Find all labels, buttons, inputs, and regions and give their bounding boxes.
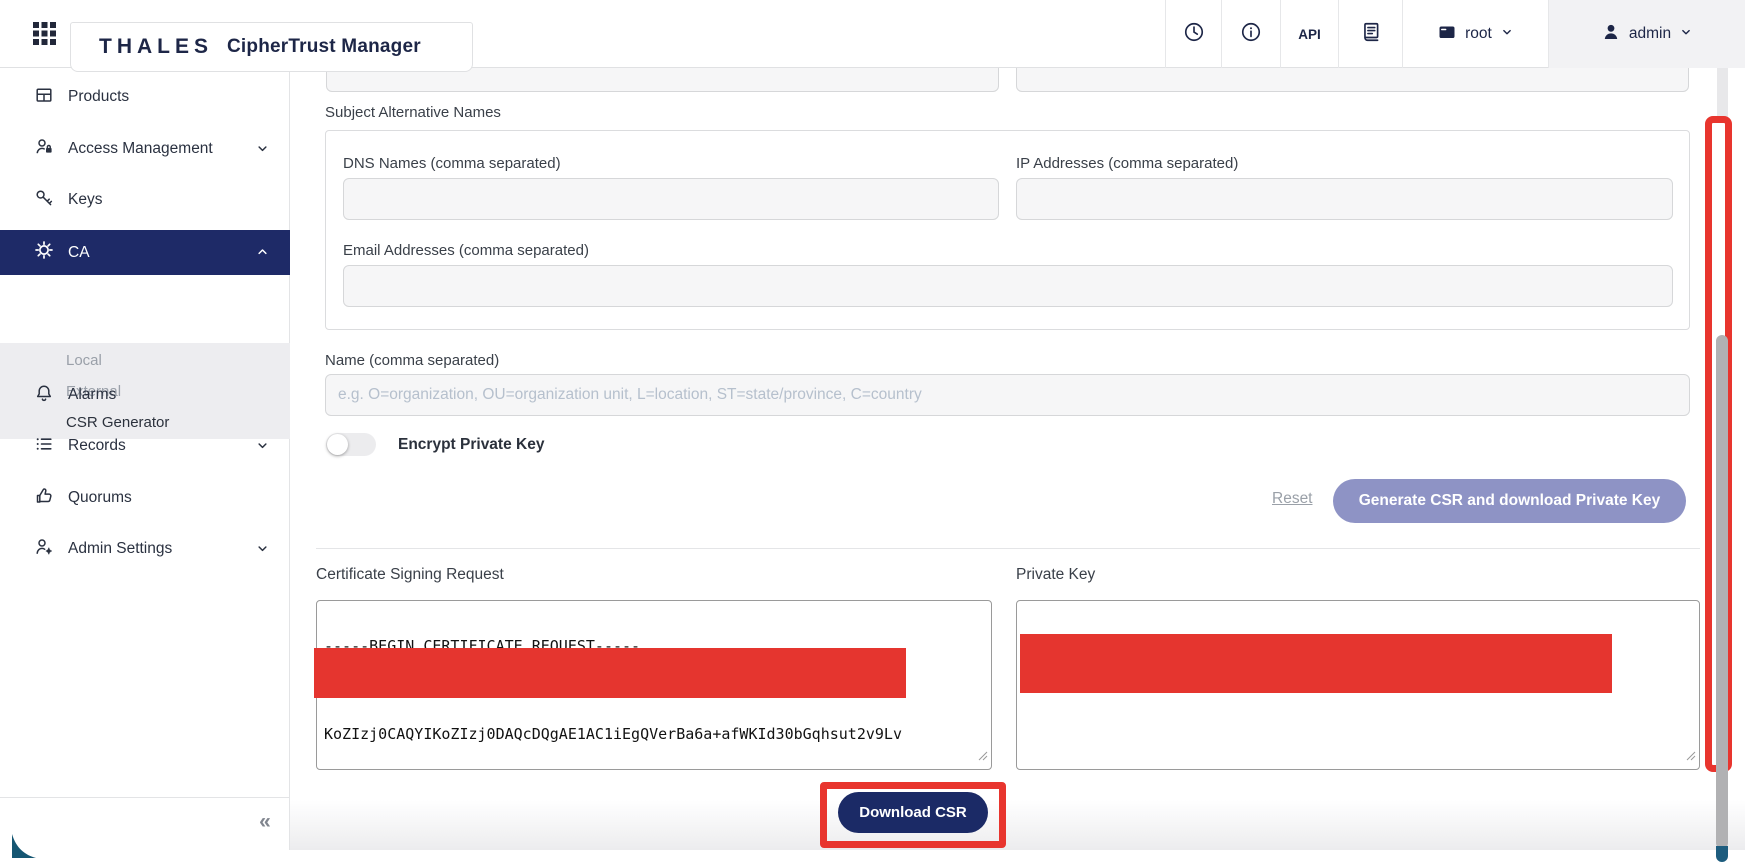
name-placeholder: e.g. O=organization, OU=organization uni… xyxy=(338,386,922,404)
sidebar-item-label: Quorums xyxy=(68,489,132,507)
sidebar-nav: Products Access Management xyxy=(0,68,290,850)
api-label: API xyxy=(1298,27,1321,42)
email-addresses-input[interactable] xyxy=(343,265,1673,307)
chevron-down-icon xyxy=(1679,25,1693,44)
brand-logo: THALES CipherTrust Manager xyxy=(70,22,473,72)
sidebar-item-ca[interactable]: CA xyxy=(0,230,290,275)
user-gear-icon xyxy=(34,537,54,562)
private-key-line-redacted xyxy=(1024,727,1692,742)
sidebar-item-label: Alarms xyxy=(68,386,116,404)
user-label: admin xyxy=(1629,25,1671,43)
product-name: CipherTrust Manager xyxy=(227,36,421,58)
chevron-down-icon xyxy=(1500,25,1514,44)
csr-line: KoZIzj0CAQYIKoZIzj0DAQcDQgAE1AC1iEgQVerB… xyxy=(324,727,984,742)
thales-logo-text: THALES xyxy=(99,35,213,59)
scrollbar-track[interactable] xyxy=(1717,68,1728,117)
sidebar-item-label: Keys xyxy=(68,191,102,209)
info-button[interactable] xyxy=(1221,0,1280,68)
clock-icon xyxy=(1183,21,1205,48)
sidebar-item-label: Access Management xyxy=(68,140,213,158)
email-addresses-label: Email Addresses (comma separated) xyxy=(343,242,589,259)
san-section-title: Subject Alternative Names xyxy=(325,104,501,121)
generate-csr-button[interactable]: Generate CSR and download Private Key xyxy=(1333,479,1686,523)
sidebar-subitem-local[interactable]: Local xyxy=(0,345,290,376)
api-button[interactable]: API xyxy=(1280,0,1338,68)
bell-icon xyxy=(34,383,54,408)
user-icon xyxy=(1601,22,1621,47)
ip-addresses-input[interactable] xyxy=(1016,178,1673,220)
resize-handle-icon[interactable] xyxy=(978,748,988,766)
name-input[interactable]: e.g. O=organization, OU=organization uni… xyxy=(325,374,1690,416)
csr-redaction-box xyxy=(314,648,906,698)
page-base xyxy=(0,850,1745,868)
section-divider xyxy=(316,548,1700,549)
domain-window-icon xyxy=(1437,22,1457,47)
sidebar-collapse-button[interactable]: « xyxy=(244,806,286,838)
name-label: Name (comma separated) xyxy=(325,352,499,369)
sidebar-item-keys[interactable]: Keys xyxy=(0,178,290,222)
history-button[interactable] xyxy=(1165,0,1221,68)
dns-names-label: DNS Names (comma separated) xyxy=(343,155,561,172)
download-csr-highlight-annotation xyxy=(820,782,1006,848)
apps-grid-button[interactable] xyxy=(22,16,66,54)
thumbs-up-icon xyxy=(34,486,54,511)
sidebar-item-label: Products xyxy=(68,88,129,106)
info-icon xyxy=(1240,21,1262,48)
sidebar-item-access-management[interactable]: Access Management xyxy=(0,127,290,171)
chevron-up-icon xyxy=(255,244,270,264)
ip-addresses-label: IP Addresses (comma separated) xyxy=(1016,155,1238,172)
encrypt-private-key-toggle[interactable] xyxy=(326,433,376,456)
sidebar-item-alarms[interactable]: Alarms xyxy=(0,373,290,417)
resize-handle-icon[interactable] xyxy=(1686,748,1696,766)
sidebar-item-label: CA xyxy=(68,244,90,262)
subitem-label: Local xyxy=(66,352,102,369)
encrypt-private-key-label: Encrypt Private Key xyxy=(398,436,544,454)
reset-link[interactable]: Reset xyxy=(1272,490,1313,508)
products-grid-icon xyxy=(34,85,54,110)
private-key-section-title: Private Key xyxy=(1016,566,1095,584)
sidebar-item-label: Records xyxy=(68,437,126,455)
sidebar-footer-divider xyxy=(0,797,290,798)
chevron-down-icon xyxy=(255,141,270,161)
sidebar-item-records[interactable]: Records xyxy=(0,424,290,468)
private-key-redaction-box xyxy=(1020,634,1612,693)
sidebar-item-label: Admin Settings xyxy=(68,540,172,558)
corner-decoration xyxy=(12,834,36,863)
chevron-down-icon xyxy=(255,541,270,561)
domain-menu[interactable]: root xyxy=(1402,0,1548,68)
ciphertrust-manager-app: API root xyxy=(0,0,1745,868)
csr-section-title: Certificate Signing Request xyxy=(316,566,504,584)
sidebar-item-admin-settings[interactable]: Admin Settings xyxy=(0,527,290,571)
gear-icon xyxy=(34,240,54,265)
book-icon xyxy=(1360,21,1382,48)
dns-names-input[interactable] xyxy=(343,178,999,220)
toggle-knob xyxy=(327,434,348,455)
sidebar-item-products[interactable]: Products xyxy=(0,75,290,119)
apps-grid-icon xyxy=(32,21,57,49)
domain-label: root xyxy=(1465,25,1492,43)
sidebar-item-quorums[interactable]: Quorums xyxy=(0,476,290,520)
key-icon xyxy=(34,188,54,213)
scrollbar-thumb[interactable] xyxy=(1716,335,1728,849)
user-lock-icon xyxy=(34,137,54,162)
user-menu[interactable]: admin xyxy=(1548,0,1745,68)
scrollbar-corner-decoration xyxy=(1716,846,1728,862)
chevron-down-icon xyxy=(255,438,270,458)
documentation-button[interactable] xyxy=(1338,0,1402,68)
list-icon xyxy=(34,434,54,459)
